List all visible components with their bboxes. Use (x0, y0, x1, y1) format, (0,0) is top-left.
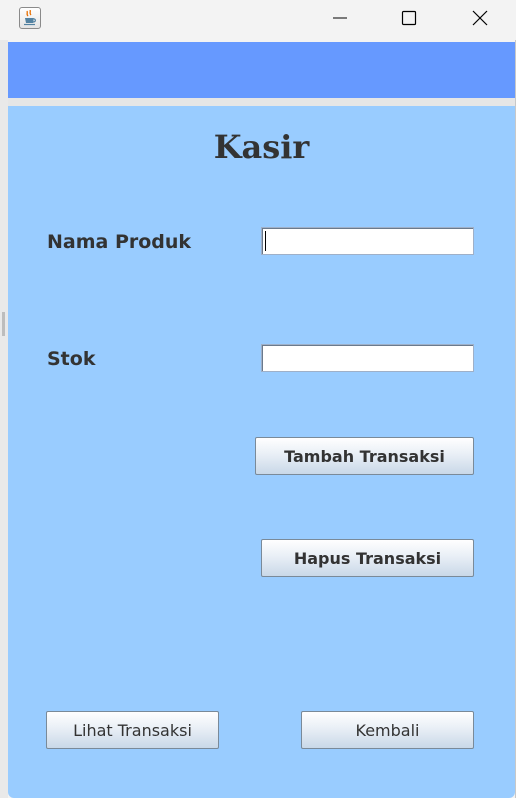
header-banner (8, 42, 515, 98)
banner-separator (8, 98, 515, 106)
text-caret (265, 231, 266, 251)
close-icon (472, 10, 488, 26)
kembali-button[interactable]: Kembali (301, 711, 474, 749)
nama-produk-input[interactable] (261, 227, 474, 255)
close-button[interactable] (457, 0, 503, 36)
title-bar[interactable] (0, 0, 516, 40)
app-window: Kasir Nama Produk Stok Tambah Transaksi … (0, 0, 516, 798)
maximize-button[interactable] (386, 0, 432, 36)
nama-produk-label: Nama Produk (47, 231, 192, 253)
hapus-transaksi-button[interactable]: Hapus Transaksi (261, 539, 474, 577)
page-title: Kasir (213, 128, 310, 166)
stok-label: Stok (47, 348, 96, 370)
lihat-transaksi-button[interactable]: Lihat Transaksi (46, 711, 219, 749)
minimize-button[interactable] (317, 0, 363, 36)
minimize-icon (333, 17, 347, 19)
stok-input[interactable] (261, 344, 474, 372)
tambah-transaksi-button[interactable]: Tambah Transaksi (255, 437, 474, 475)
resize-grip (2, 312, 5, 336)
java-cup-icon (19, 7, 41, 29)
maximize-icon (401, 10, 417, 26)
window-left-edge (0, 40, 8, 798)
form-panel: Kasir Nama Produk Stok Tambah Transaksi … (8, 106, 515, 798)
